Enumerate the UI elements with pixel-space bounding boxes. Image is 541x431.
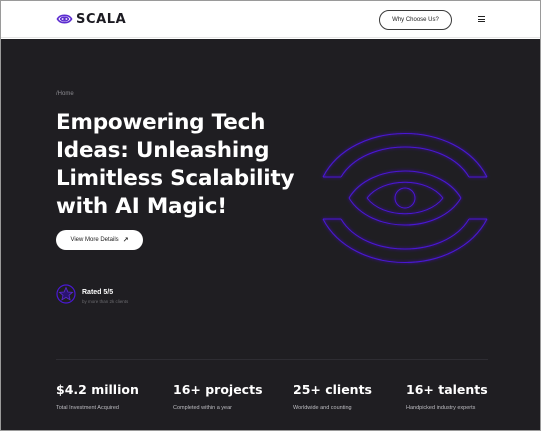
breadcrumb[interactable]: /Home — [56, 91, 74, 97]
stat-label: Completed within a year — [173, 405, 233, 411]
stat-label: Handpicked industry experts — [406, 405, 476, 411]
cta-label: View More Details — [70, 237, 119, 243]
scala-eye-logo-icon — [56, 12, 73, 26]
divider — [56, 359, 488, 360]
rating-text: Rated 5/5 by more than 2k clients — [82, 289, 128, 304]
stat-label: Total Investment Acquired — [56, 405, 119, 411]
stat-value: $4.2 million — [56, 382, 139, 397]
stat-label: Worldwide and counting — [293, 405, 352, 411]
stat-item: 25+ clients Worldwide and counting — [293, 382, 372, 411]
logo[interactable]: SCALA — [56, 11, 126, 27]
stat-item: 16+ projects Completed within a year — [173, 382, 263, 411]
stat-item: 16+ talents Handpicked industry experts — [406, 382, 488, 411]
stat-value: 16+ talents — [406, 382, 488, 397]
hero-headline: Empowering Tech Ideas: Unleashing Limitl… — [56, 110, 295, 219]
stat-item: $4.2 million Total Investment Acquired — [56, 382, 139, 411]
rating-block: Rated 5/5 by more than 2k clients — [56, 283, 128, 309]
stat-value: 16+ projects — [173, 382, 263, 397]
page-frame: SCALA Why Choose Us? /Home Empowering Te… — [0, 0, 541, 431]
hamburger-menu-icon[interactable] — [478, 13, 488, 25]
rating-subtitle: by more than 2k clients — [82, 298, 129, 304]
rating-title: Rated 5/5 — [82, 288, 114, 296]
why-choose-us-button[interactable]: Why Choose Us? — [379, 10, 452, 30]
stat-value: 25+ clients — [293, 382, 372, 397]
logo-text: SCALA — [76, 11, 127, 27]
view-more-details-button[interactable]: View More Details ↗ — [56, 230, 143, 250]
site-header: SCALA Why Choose Us? — [1, 1, 540, 38]
arrow-up-right-icon: ↗ — [122, 237, 129, 244]
scala-eye-emblem-icon — [319, 127, 491, 274]
stats-row: $4.2 million Total Investment Acquired 1… — [56, 382, 496, 422]
star-badge-icon — [56, 283, 76, 309]
hero-section: /Home Empowering Tech Ideas: Unleashing … — [1, 39, 540, 430]
